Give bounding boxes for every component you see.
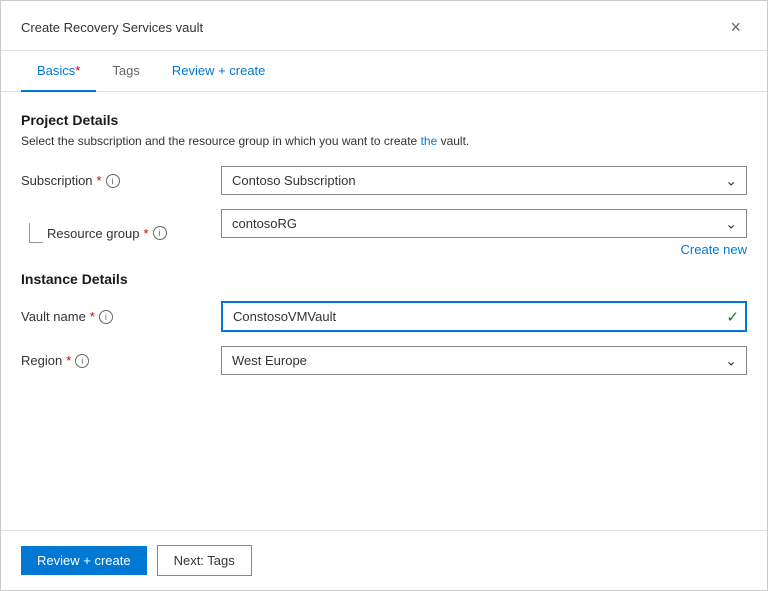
- region-required: *: [66, 353, 71, 368]
- region-dropdown-wrapper: West Europe: [221, 346, 747, 375]
- subscription-control: Contoso Subscription: [221, 166, 747, 195]
- vault-name-input[interactable]: [221, 301, 747, 332]
- project-details-title: Project Details: [21, 112, 747, 128]
- project-details-description: Select the subscription and the resource…: [21, 134, 747, 148]
- footer: Review + create Next: Tags: [1, 530, 767, 590]
- vault-name-label: Vault name * i: [21, 309, 221, 324]
- next-tags-button[interactable]: Next: Tags: [157, 545, 252, 576]
- resource-group-dropdown[interactable]: contosoRG: [221, 209, 747, 238]
- subscription-group: Subscription * i Contoso Subscription: [21, 166, 747, 195]
- subscription-label: Subscription * i: [21, 173, 221, 188]
- subscription-info-icon[interactable]: i: [106, 174, 120, 188]
- resource-group-required: *: [144, 226, 149, 241]
- tab-review-create[interactable]: Review + create: [156, 51, 282, 92]
- project-details-section: Project Details Select the subscription …: [21, 112, 747, 257]
- instance-details-title: Instance Details: [21, 271, 747, 287]
- region-dropdown[interactable]: West Europe: [221, 346, 747, 375]
- highlight-text: the: [421, 134, 438, 148]
- content-area: Project Details Select the subscription …: [1, 92, 767, 530]
- vault-name-check-icon: ✓: [726, 308, 739, 326]
- close-button[interactable]: ×: [724, 15, 747, 40]
- tab-basics[interactable]: Basics*: [21, 51, 96, 92]
- resource-group-control: contosoRG Create new: [221, 209, 747, 257]
- tab-bar: Basics* Tags Review + create: [1, 51, 767, 92]
- resource-group-dropdown-wrapper: contosoRG: [221, 209, 747, 238]
- review-create-button[interactable]: Review + create: [21, 546, 147, 575]
- tab-tags-label: Tags: [112, 63, 139, 78]
- subscription-dropdown-wrapper: Contoso Subscription: [221, 166, 747, 195]
- tab-review-create-label: Review + create: [172, 63, 266, 78]
- create-new-link[interactable]: Create new: [221, 242, 747, 257]
- resource-group-group: Resource group * i contosoRG Create new: [21, 209, 747, 257]
- subscription-required: *: [97, 173, 102, 188]
- vault-name-control: ✓: [221, 301, 747, 332]
- resource-group-label: Resource group * i: [47, 226, 167, 241]
- resource-group-info-icon[interactable]: i: [153, 226, 167, 240]
- tab-basics-label: Basics: [37, 63, 75, 78]
- vault-name-input-wrapper: ✓: [221, 301, 747, 332]
- region-label: Region * i: [21, 353, 221, 368]
- instance-details-section: Instance Details Vault name * i ✓ Region: [21, 271, 747, 375]
- tab-tags[interactable]: Tags: [96, 51, 155, 92]
- region-group: Region * i West Europe: [21, 346, 747, 375]
- vault-name-required: *: [90, 309, 95, 324]
- subscription-dropdown[interactable]: Contoso Subscription: [221, 166, 747, 195]
- tab-basics-asterisk: *: [75, 63, 80, 78]
- vault-name-group: Vault name * i ✓: [21, 301, 747, 332]
- resource-group-indent: Resource group * i: [21, 223, 221, 243]
- vault-name-info-icon[interactable]: i: [99, 310, 113, 324]
- region-control: West Europe: [221, 346, 747, 375]
- indent-line: [29, 223, 43, 243]
- dialog-title: Create Recovery Services vault: [21, 20, 203, 35]
- region-info-icon[interactable]: i: [75, 354, 89, 368]
